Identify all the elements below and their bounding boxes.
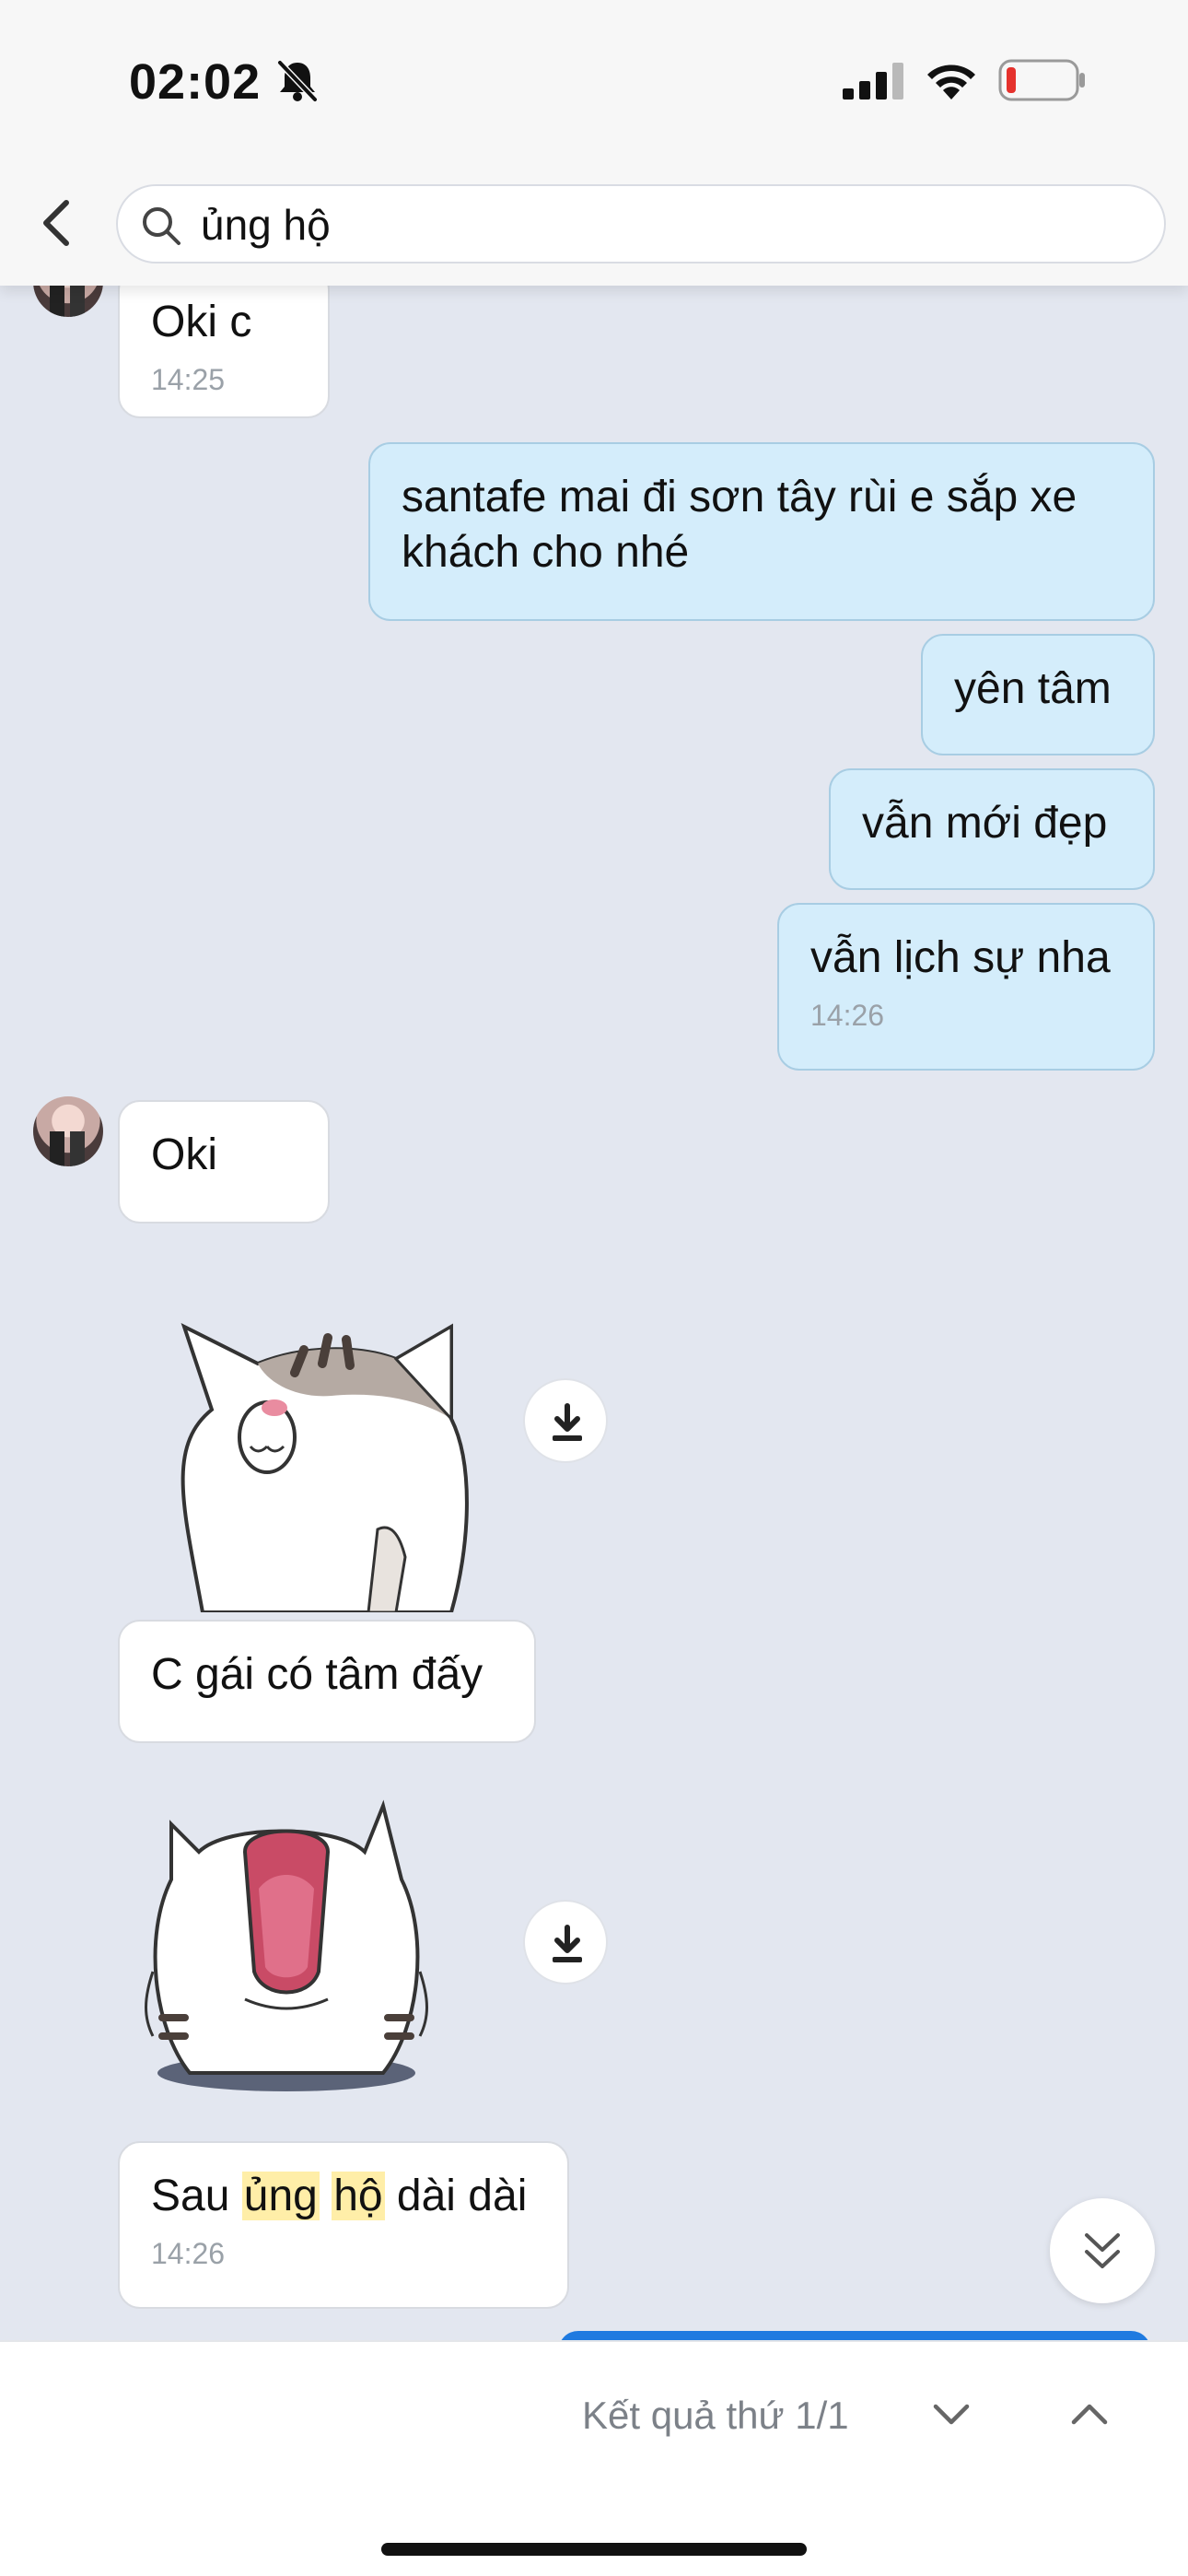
- message-text: Oki: [151, 1130, 217, 1179]
- search-highlight: hộ: [332, 2172, 385, 2220]
- chevron-down-icon[interactable]: [928, 2392, 974, 2438]
- search-input[interactable]: [201, 199, 1140, 251]
- message-bubble[interactable]: santafe mai đi sơn tây rùi e sắp xe khác…: [368, 442, 1155, 621]
- search-icon: [143, 207, 181, 245]
- message-time: 14:25: [151, 363, 226, 396]
- bell-off-icon: [277, 60, 318, 102]
- message-bubble[interactable]: Oki c 14:25: [118, 267, 330, 418]
- download-button[interactable]: [523, 1900, 608, 1985]
- message-text: vẫn lịch sự nha: [810, 933, 1111, 982]
- message-time: 14:26: [151, 2237, 226, 2270]
- message-text-line-2: khách cho nhé: [402, 528, 690, 577]
- cat-sticker[interactable]: [134, 1787, 438, 2110]
- message-text: Oki c: [151, 298, 252, 346]
- signal-icon: [843, 63, 903, 100]
- download-button[interactable]: [523, 1378, 608, 1463]
- message-text: yên tâm: [954, 664, 1112, 713]
- message-text-before: Sau: [151, 2172, 242, 2220]
- message-time: 14:26: [810, 999, 885, 1032]
- message-text: C gái có tâm đấy: [151, 1650, 483, 1699]
- chevron-up-icon[interactable]: [1066, 2392, 1112, 2438]
- header: 02:02: [0, 0, 1188, 286]
- home-indicator: [381, 2543, 807, 2556]
- message-bubble[interactable]: vẫn lịch sự nha 14:26: [777, 903, 1155, 1071]
- download-icon: [553, 1925, 582, 1962]
- back-icon[interactable]: [35, 195, 81, 251]
- message-bubble[interactable]: C gái có tâm đấy: [118, 1620, 536, 1743]
- battery-icon: [998, 59, 1085, 101]
- download-icon: [553, 1403, 582, 1441]
- message-bubble[interactable]: vẫn mới đẹp: [829, 768, 1155, 890]
- cat-sticker[interactable]: [147, 1308, 488, 1612]
- message-text: vẫn mới đẹp: [862, 799, 1108, 848]
- search-results-bar: Kết quả thứ 1/1: [0, 2340, 1188, 2576]
- message-text-line-1: santafe mai đi sơn tây rùi e sắp xe: [402, 473, 1077, 521]
- wifi-icon: [927, 64, 975, 100]
- avatar[interactable]: [33, 1096, 103, 1166]
- search-bar[interactable]: [116, 184, 1166, 263]
- message-bubble-search-match[interactable]: Sau ủng hộ dài dài 14:26: [118, 2141, 569, 2309]
- message-bubble[interactable]: Oki: [118, 1100, 330, 1224]
- result-counter: Kết quả thứ 1/1: [582, 2394, 849, 2437]
- double-chevron-down-icon: [1085, 2233, 1120, 2268]
- search-highlight: ủng: [241, 2172, 320, 2220]
- message-text-space: [320, 2172, 332, 2220]
- message-bubble[interactable]: yên tâm: [921, 634, 1155, 755]
- scroll-to-bottom-button[interactable]: [1050, 2198, 1155, 2303]
- status-time: 02:02: [129, 54, 262, 110]
- message-text-after: dài dài: [384, 2172, 528, 2220]
